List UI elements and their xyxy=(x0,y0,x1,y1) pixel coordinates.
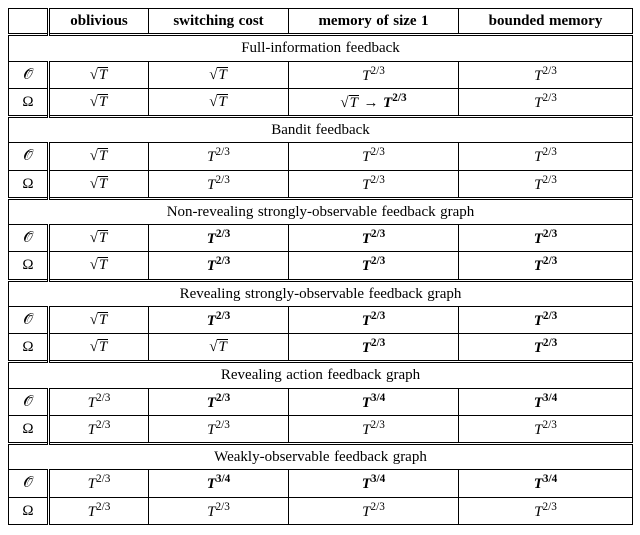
section-header: Bandit feedback xyxy=(9,117,633,143)
row-symbol-Omega: Ω xyxy=(9,415,49,443)
table-row: 𝒪̃ T T2/3 T2/3 T2/3 xyxy=(9,225,633,252)
row-symbol-Omega: Ω xyxy=(9,88,49,116)
row-symbol-Otilde: 𝒪̃ xyxy=(9,61,49,88)
cell: T2/3 xyxy=(459,415,633,443)
cell: T3/4 xyxy=(149,470,289,497)
table-row: 𝒪̃ T T T2/3 T2/3 xyxy=(9,61,633,88)
section-title: Revealing action feedback graph xyxy=(9,362,633,388)
cell: T2/3 xyxy=(289,143,459,170)
cell: T2/3 xyxy=(149,252,289,280)
cell: T2/3 xyxy=(289,61,459,88)
regret-bounds-table: oblivious switching cost memory of size … xyxy=(8,8,633,525)
header-switching-cost: switching cost xyxy=(149,9,289,35)
header-oblivious: oblivious xyxy=(49,9,149,35)
cell: T xyxy=(149,334,289,362)
cell: T xyxy=(49,306,149,333)
cell: T3/4 xyxy=(289,470,459,497)
table-header-row: oblivious switching cost memory of size … xyxy=(9,9,633,35)
cell: T xyxy=(49,88,149,116)
section-header: Weakly-observable feedback graph xyxy=(9,444,633,470)
row-symbol-Otilde: 𝒪̃ xyxy=(9,388,49,415)
table-row: 𝒪̃ T2/3 T3/4 T3/4 T3/4 xyxy=(9,470,633,497)
header-empty xyxy=(9,9,49,35)
table-row: Ω T2/3 T2/3 T2/3 T2/3 xyxy=(9,415,633,443)
cell: T xyxy=(49,252,149,280)
cell: T2/3 xyxy=(49,470,149,497)
cell: T xyxy=(49,334,149,362)
cell: T2/3 xyxy=(149,497,289,524)
cell: T xyxy=(149,61,289,88)
cell: T2/3 xyxy=(459,225,633,252)
arrow: → xyxy=(364,95,379,111)
cell: T2/3 xyxy=(459,61,633,88)
cell: T → T2/3 xyxy=(289,88,459,116)
cell: T2/3 xyxy=(459,88,633,116)
cell: T2/3 xyxy=(149,306,289,333)
cell: T3/4 xyxy=(289,388,459,415)
cell: T2/3 xyxy=(289,334,459,362)
cell: T xyxy=(49,143,149,170)
row-symbol-Otilde: 𝒪̃ xyxy=(9,306,49,333)
cell: T2/3 xyxy=(459,252,633,280)
cell: T xyxy=(149,88,289,116)
table-row: Ω T2/3 T2/3 T2/3 T2/3 xyxy=(9,497,633,524)
row-symbol-Omega: Ω xyxy=(9,334,49,362)
row-symbol-Omega: Ω xyxy=(9,170,49,198)
cell: T2/3 xyxy=(289,415,459,443)
cell: T2/3 xyxy=(149,143,289,170)
table-row: Ω T T2/3 T2/3 T2/3 xyxy=(9,252,633,280)
row-symbol-Omega: Ω xyxy=(9,497,49,524)
cell: T2/3 xyxy=(289,252,459,280)
cell: T2/3 xyxy=(149,170,289,198)
cell: T2/3 xyxy=(459,306,633,333)
cell: T2/3 xyxy=(49,415,149,443)
cell: T3/4 xyxy=(459,470,633,497)
cell: T2/3 xyxy=(149,388,289,415)
section-header: Full-information feedback xyxy=(9,35,633,61)
row-symbol-Omega: Ω xyxy=(9,252,49,280)
cell: T2/3 xyxy=(459,143,633,170)
cell: T2/3 xyxy=(459,334,633,362)
cell: T2/3 xyxy=(289,306,459,333)
cell: T xyxy=(49,61,149,88)
table-row: 𝒪̃ T T2/3 T2/3 T2/3 xyxy=(9,306,633,333)
cell: T2/3 xyxy=(459,497,633,524)
row-symbol-Otilde: 𝒪̃ xyxy=(9,143,49,170)
cell: T3/4 xyxy=(459,388,633,415)
cell: T2/3 xyxy=(289,497,459,524)
header-bounded-memory: bounded memory xyxy=(459,9,633,35)
section-title: Non-revealing strongly-observable feedba… xyxy=(9,198,633,224)
cell: T2/3 xyxy=(49,497,149,524)
section-title: Revealing strongly-observable feedback g… xyxy=(9,280,633,306)
cell: T2/3 xyxy=(289,170,459,198)
cell: T2/3 xyxy=(149,415,289,443)
section-header: Revealing action feedback graph xyxy=(9,362,633,388)
header-memory-1: memory of size 1 xyxy=(289,9,459,35)
section-header: Non-revealing strongly-observable feedba… xyxy=(9,198,633,224)
cell: T2/3 xyxy=(49,388,149,415)
cell: T2/3 xyxy=(459,170,633,198)
cell: T xyxy=(49,170,149,198)
row-symbol-Otilde: 𝒪̃ xyxy=(9,470,49,497)
row-symbol-Otilde: 𝒪̃ xyxy=(9,225,49,252)
table-row: Ω T T T → T2/3 T2/3 xyxy=(9,88,633,116)
cell: T xyxy=(49,225,149,252)
cell: T2/3 xyxy=(149,225,289,252)
table-row: Ω T T T2/3 T2/3 xyxy=(9,334,633,362)
section-title: Weakly-observable feedback graph xyxy=(9,444,633,470)
table-row: Ω T T2/3 T2/3 T2/3 xyxy=(9,170,633,198)
cell: T2/3 xyxy=(289,225,459,252)
section-title: Bandit feedback xyxy=(9,117,633,143)
table-row: 𝒪̃ T T2/3 T2/3 T2/3 xyxy=(9,143,633,170)
table-row: 𝒪̃ T2/3 T2/3 T3/4 T3/4 xyxy=(9,388,633,415)
section-title: Full-information feedback xyxy=(9,35,633,61)
section-header: Revealing strongly-observable feedback g… xyxy=(9,280,633,306)
